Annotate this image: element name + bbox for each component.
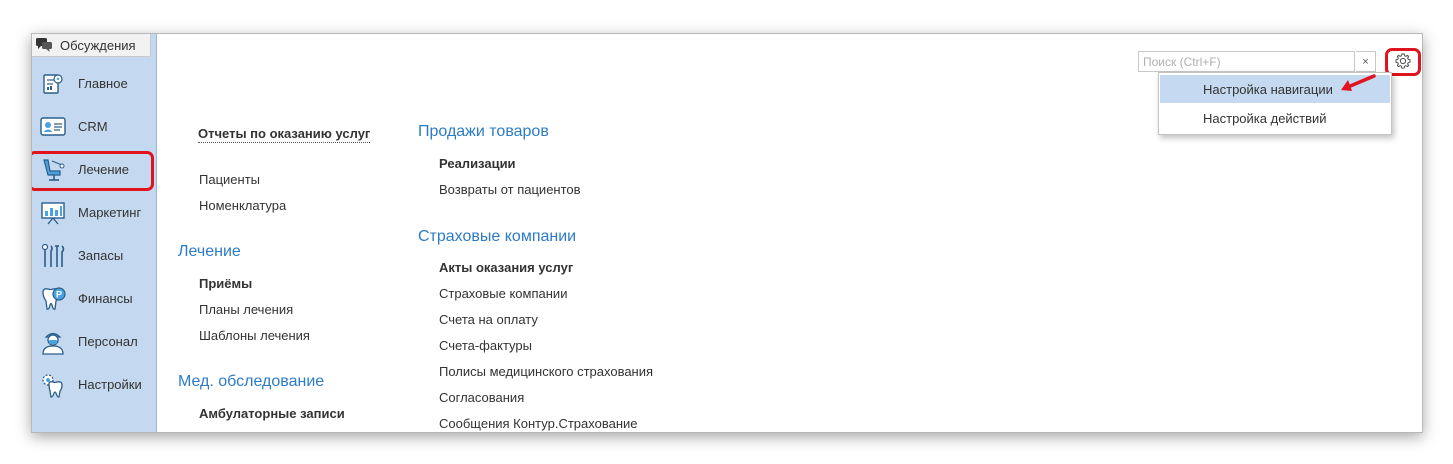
sidebar-item-crm[interactable]: CRM xyxy=(32,105,156,148)
sidebar-item-treatment[interactable]: Лечение xyxy=(32,148,156,191)
nav-link-service-acts[interactable]: Акты оказания услуг xyxy=(439,260,573,275)
nav-link-tax-invoices[interactable]: Счета-фактуры xyxy=(439,338,532,353)
sidebar-item-settings[interactable]: Настройки xyxy=(32,363,156,406)
search-clear-button[interactable]: × xyxy=(1356,51,1376,72)
dental-chair-icon xyxy=(40,157,66,183)
app-window: Обсуждения Главное CRM Лечение Маркетинг… xyxy=(31,33,1423,433)
nav-link-approvals[interactable]: Согласования xyxy=(439,390,524,405)
group-title-medical-exam: Мед. обследование xyxy=(178,373,325,390)
group-title-treatment: Лечение xyxy=(178,243,241,260)
nav-link-kontur-messages[interactable]: Сообщения Контур.Страхование xyxy=(439,416,638,431)
sidebar-item-label: Главное xyxy=(78,76,128,91)
services-report-link[interactable]: Отчеты по оказанию услуг xyxy=(198,126,371,143)
nav-link-sales[interactable]: Реализации xyxy=(439,156,516,171)
group-title-insurance: Страховые компании xyxy=(418,228,577,245)
nav-link-insurance-companies[interactable]: Страховые компании xyxy=(439,286,567,301)
discussions-label: Обсуждения xyxy=(60,37,136,53)
sidebar-item-label: Финансы xyxy=(78,291,133,306)
svg-text:P: P xyxy=(56,289,62,299)
search-input[interactable] xyxy=(1139,52,1342,71)
group-title-product-sales: Продажи товаров xyxy=(418,123,549,140)
nav-link-appointments[interactable]: Приёмы xyxy=(199,276,252,291)
sidebar-item-label: Запасы xyxy=(78,248,124,263)
nav-link-invoices[interactable]: Счета на оплату xyxy=(439,312,538,327)
menu-item-label: Настройка навигации xyxy=(1203,81,1333,97)
sidebar-item-main[interactable]: Главное xyxy=(32,62,156,105)
sidebar-item-label: CRM xyxy=(78,119,108,134)
settings-dropdown-menu: Настройка навигации Настройка действий xyxy=(1158,72,1392,135)
home-chart-icon xyxy=(40,71,66,97)
main-content: Отчеты по оказанию услуг Пациенты Номенк… xyxy=(157,34,1422,432)
nav-link-treatment-templates[interactable]: Шаблоны лечения xyxy=(199,328,310,343)
sidebar-item-label: Лечение xyxy=(78,162,130,177)
sidebar: Обсуждения Главное CRM Лечение Маркетинг… xyxy=(32,34,157,432)
presentation-board-icon xyxy=(40,200,66,226)
gear-icon xyxy=(1394,52,1412,73)
sidebar-item-stock[interactable]: Запасы xyxy=(32,234,156,277)
dental-tools-icon xyxy=(40,243,66,269)
nav-link-nomenclature[interactable]: Номенклатура xyxy=(199,198,286,213)
doctor-icon xyxy=(40,329,66,355)
close-icon: × xyxy=(1362,55,1369,68)
discussions-button[interactable]: Обсуждения xyxy=(32,34,151,57)
sidebar-item-staff[interactable]: Персонал xyxy=(32,320,156,363)
sidebar-item-label: Маркетинг xyxy=(78,205,142,220)
nav-link-patients[interactable]: Пациенты xyxy=(199,172,260,187)
tooth-coin-icon: P xyxy=(40,286,66,312)
sidebar-item-marketing[interactable]: Маркетинг xyxy=(32,191,156,234)
nav-link-patient-returns[interactable]: Возвраты от пациентов xyxy=(439,182,581,197)
nav-link-insurance-policies[interactable]: Полисы медицинского страхования xyxy=(439,364,653,379)
sidebar-item-finance[interactable]: P Финансы xyxy=(32,277,156,320)
search-field[interactable] xyxy=(1138,51,1355,72)
nav-link-outpatient-records[interactable]: Амбулаторные записи xyxy=(199,406,345,421)
menu-item-label: Настройка действий xyxy=(1203,110,1327,126)
tooth-gear-icon xyxy=(40,372,66,398)
sidebar-item-label: Персонал xyxy=(78,334,138,349)
sidebar-item-label: Настройки xyxy=(78,377,142,392)
chat-bubbles-icon xyxy=(36,38,52,52)
nav-link-treatment-plans[interactable]: Планы лечения xyxy=(199,302,293,317)
menu-item-navigation-settings[interactable]: Настройка навигации xyxy=(1160,75,1390,103)
menu-item-actions-settings[interactable]: Настройка действий xyxy=(1160,104,1390,132)
crm-card-icon xyxy=(40,114,66,140)
